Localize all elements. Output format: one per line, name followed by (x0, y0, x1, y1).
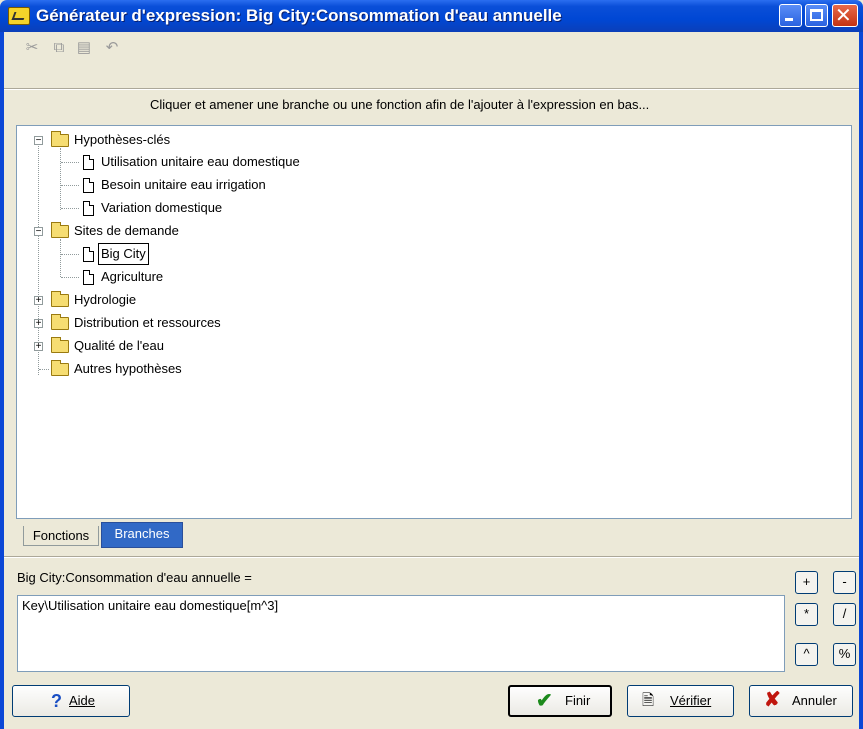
tree-group-hydrologie[interactable]: + Hydrologie (17, 290, 317, 310)
tree-leaf-label: Agriculture (101, 269, 164, 284)
maximize-button[interactable] (805, 4, 828, 27)
verify-label: Vérifier (670, 693, 712, 708)
close-button[interactable]: ✕ (832, 3, 858, 27)
paste-icon[interactable]: ▤ (74, 38, 94, 58)
document-icon (83, 155, 94, 170)
tree-line (39, 369, 49, 370)
tree-leaf-big-city[interactable]: Big City (17, 243, 417, 265)
tree-line (61, 185, 79, 186)
window-frame-left (0, 32, 4, 729)
document-icon (83, 247, 94, 262)
tree-line (61, 162, 79, 163)
folder-icon (51, 360, 69, 376)
tree-group-hypotheses-cles[interactable]: − Hypothèses-clés (17, 130, 317, 150)
separator (4, 556, 859, 558)
tree-group-label: Distribution et ressources (74, 315, 221, 330)
multiply-button[interactable]: * (795, 603, 818, 626)
tab-branches[interactable]: Branches (101, 522, 183, 548)
tree-group-qualite-eau[interactable]: + Qualité de l'eau (17, 336, 317, 356)
branch-tree[interactable]: − Hypothèses-clés Utilisation unitaire e… (16, 125, 852, 519)
minimize-button[interactable] (779, 4, 802, 27)
tree-leaf[interactable]: Variation domestique (17, 198, 417, 218)
tab-fonctions[interactable]: Fonctions (23, 526, 99, 546)
plus-button[interactable]: + (795, 571, 818, 594)
collapse-icon[interactable]: − (34, 136, 43, 146)
separator (4, 88, 859, 90)
tree-leaf[interactable]: Besoin unitaire eau irrigation (17, 175, 417, 195)
tree-leaf-label-selected: Big City (98, 243, 149, 265)
verify-button[interactable]: 🗎 Vérifier (627, 685, 734, 717)
document-icon (83, 178, 94, 193)
help-label: Aide (69, 693, 96, 708)
expression-input[interactable]: Key\Utilisation unitaire eau domestique[… (17, 595, 785, 672)
cancel-button[interactable]: ✘ Annuler (749, 685, 853, 717)
tree-group-label: Sites de demande (74, 223, 179, 238)
tree-group-autres-hypotheses[interactable]: Autres hypothèses (17, 359, 317, 379)
expression-label: Big City:Consommation d'eau annuelle = (17, 570, 252, 585)
folder-icon (51, 222, 69, 238)
help-icon: ? (51, 691, 62, 711)
finish-button[interactable]: ✔ Finir (508, 685, 612, 717)
tree-group-label: Qualité de l'eau (74, 338, 164, 353)
tree-leaf-label: Utilisation unitaire eau domestique (101, 154, 300, 169)
tree-group-label: Hypothèses-clés (74, 132, 171, 147)
document-icon (83, 270, 94, 285)
document-icon (83, 201, 94, 216)
tree-group-sites-de-demande[interactable]: − Sites de demande (17, 221, 317, 241)
tree-line (61, 277, 79, 278)
cut-icon[interactable]: ✂ (22, 38, 42, 58)
maximize-icon (810, 9, 823, 21)
verify-icon: 🗎 (642, 692, 655, 709)
tree-leaf-label: Besoin unitaire eau irrigation (101, 177, 266, 192)
folder-icon (51, 291, 69, 307)
expand-icon[interactable]: + (34, 296, 43, 306)
tree-leaf[interactable]: Agriculture (17, 267, 417, 287)
help-button[interactable]: ? Aide (12, 685, 130, 717)
power-button[interactable]: ^ (795, 643, 818, 666)
instruction-text: Cliquer et amener une branche ou une fon… (150, 97, 650, 112)
cancel-label: Annuler (792, 693, 837, 708)
window-frame-right (859, 32, 863, 729)
collapse-icon[interactable]: − (34, 227, 43, 237)
divide-button[interactable]: / (833, 603, 856, 626)
app-icon[interactable] (8, 7, 30, 25)
tree-group-label: Autres hypothèses (74, 361, 182, 376)
folder-icon (51, 131, 69, 147)
folder-icon (51, 314, 69, 330)
cancel-icon: ✘ (764, 689, 781, 711)
tree-leaf[interactable]: Utilisation unitaire eau domestique (17, 152, 417, 172)
window-title: Générateur d'expression: Big City:Consom… (36, 6, 562, 25)
tree-leaf-label: Variation domestique (101, 200, 223, 215)
undo-icon[interactable]: ↶ (102, 38, 122, 58)
tree-group-distribution[interactable]: + Distribution et ressources (17, 313, 317, 333)
checkmark-icon: ✔ (536, 690, 553, 712)
percent-button[interactable]: % (833, 643, 856, 666)
close-icon: ✕ (835, 3, 852, 27)
tree-group-label: Hydrologie (74, 292, 137, 307)
copy-icon[interactable]: ⧉ (49, 38, 69, 58)
tree-line (61, 208, 79, 209)
tree-line (61, 254, 79, 255)
folder-icon (51, 337, 69, 353)
expand-icon[interactable]: + (34, 319, 43, 329)
minimize-icon (785, 18, 793, 21)
finish-label: Finir (565, 693, 591, 708)
minus-button[interactable]: - (833, 571, 856, 594)
expand-icon[interactable]: + (34, 342, 43, 352)
